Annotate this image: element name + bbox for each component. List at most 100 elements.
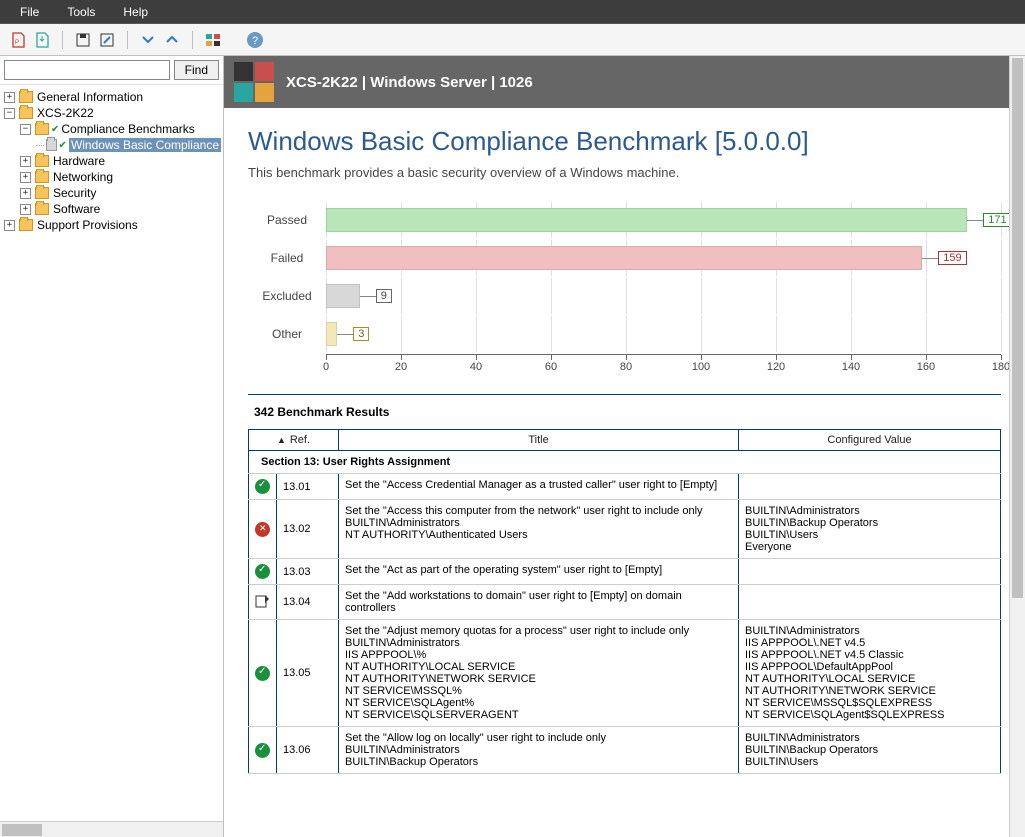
status-fail-icon xyxy=(255,522,270,537)
chart-row-failed: Failed 159 xyxy=(248,240,1001,276)
tree-software[interactable]: +Software xyxy=(0,201,223,217)
title-cell: Set the "Allow log on locally" user righ… xyxy=(339,727,739,774)
folder-icon xyxy=(19,91,33,103)
svg-text:P: P xyxy=(15,40,19,46)
status-cell xyxy=(249,620,277,727)
tree-security[interactable]: +Security xyxy=(0,185,223,201)
chart-label: Failed xyxy=(248,251,326,265)
menu-file[interactable]: File xyxy=(6,5,53,19)
export-icon[interactable] xyxy=(32,30,52,50)
chart-tick: 0 xyxy=(323,361,329,373)
search-input[interactable] xyxy=(4,60,170,80)
results-header: 342 Benchmark Results xyxy=(248,405,1001,419)
status-pass-icon xyxy=(255,743,270,758)
folder-icon xyxy=(19,219,33,231)
find-button[interactable]: Find xyxy=(174,60,219,80)
results-count: 342 Benchmark Results xyxy=(254,405,389,419)
expand-icon[interactable] xyxy=(162,30,182,50)
table-header-row: ▲Ref. Title Configured Value xyxy=(249,430,1001,451)
chart-bar xyxy=(326,322,337,346)
folder-icon xyxy=(35,203,49,215)
chart-bar xyxy=(326,284,360,308)
folder-icon xyxy=(46,139,57,151)
col-value[interactable]: Configured Value xyxy=(739,430,1001,451)
sidebar: Find +General Information −XCS-2K22 −✔Co… xyxy=(0,56,224,837)
status-cell xyxy=(249,727,277,774)
status-cell xyxy=(249,559,277,585)
status-pass-icon xyxy=(255,564,270,579)
chart-tick: 160 xyxy=(917,361,935,373)
help-icon[interactable]: ? xyxy=(245,30,265,50)
value-cell: BUILTIN\Administrators BUILTIN\Backup Op… xyxy=(739,727,1001,774)
table-row[interactable]: 13.06Set the "Allow log on locally" user… xyxy=(249,727,1001,774)
folder-icon xyxy=(35,123,49,135)
table-row[interactable]: 13.05Set the "Adjust memory quotas for a… xyxy=(249,620,1001,727)
tree-host[interactable]: −XCS-2K22 xyxy=(0,105,223,121)
table-row[interactable]: 13.03Set the "Act as part of the operati… xyxy=(249,559,1001,585)
tree-hardware[interactable]: +Hardware xyxy=(0,153,223,169)
chart-value: 3 xyxy=(353,327,369,341)
table-row[interactable]: 13.02Set the "Access this computer from … xyxy=(249,500,1001,559)
menu-tools[interactable]: Tools xyxy=(53,5,109,19)
tree-general-info[interactable]: +General Information xyxy=(0,89,223,105)
nav-tree: +General Information −XCS-2K22 −✔Complia… xyxy=(0,85,223,821)
folder-icon xyxy=(19,107,33,119)
pdf-icon[interactable]: P xyxy=(8,30,28,50)
page-title: Windows Basic Compliance Benchmark [5.0.… xyxy=(248,126,1001,157)
folder-icon xyxy=(35,171,49,183)
ref-cell: 13.05 xyxy=(277,620,339,727)
menu-help[interactable]: Help xyxy=(109,5,162,19)
folder-icon xyxy=(35,187,49,199)
col-ref[interactable]: ▲Ref. xyxy=(249,430,339,451)
layout-icon[interactable] xyxy=(203,30,223,50)
section-row[interactable]: Section 13: User Rights Assignment xyxy=(249,451,1001,474)
title-cell: Set the "Access Credential Manager as a … xyxy=(339,474,739,500)
search-row: Find xyxy=(0,56,223,85)
chart-tick: 180 xyxy=(992,361,1010,373)
status-excluded-icon xyxy=(255,593,270,608)
chart-tick: 60 xyxy=(545,361,557,373)
status-pass-icon xyxy=(255,666,270,681)
section-title: Section 13: User Rights Assignment xyxy=(261,456,450,468)
value-cell xyxy=(739,585,1001,620)
ref-cell: 13.03 xyxy=(277,559,339,585)
chart-value: 159 xyxy=(938,251,966,265)
save-icon[interactable] xyxy=(73,30,93,50)
title-cell: Set the "Act as part of the operating sy… xyxy=(339,559,739,585)
chart-tick: 120 xyxy=(767,361,785,373)
chart-tick: 80 xyxy=(620,361,632,373)
menubar: File Tools Help xyxy=(0,0,1025,24)
sidebar-h-scrollbar[interactable] xyxy=(0,821,223,837)
tree-networking[interactable]: +Networking xyxy=(0,169,223,185)
separator xyxy=(127,31,128,49)
tree-compliance[interactable]: −✔Compliance Benchmarks xyxy=(0,121,223,137)
separator xyxy=(62,31,63,49)
collapse-icon[interactable] xyxy=(138,30,158,50)
app-logo-icon xyxy=(234,62,274,102)
col-title[interactable]: Title xyxy=(339,430,739,451)
toolbar: P ? xyxy=(0,24,1025,56)
summary-chart: Passed171Failed159Excluded9Other30204060… xyxy=(248,202,1001,380)
chart-track: 159 xyxy=(326,240,1001,276)
ref-cell: 13.02 xyxy=(277,500,339,559)
tree-support[interactable]: +Support Provisions xyxy=(0,217,223,233)
value-cell: BUILTIN\Administrators BUILTIN\Backup Op… xyxy=(739,500,1001,559)
chart-tick: 40 xyxy=(470,361,482,373)
chart-label: Passed xyxy=(248,213,326,227)
chart-track: 3 xyxy=(326,316,1001,352)
folder-icon xyxy=(35,155,49,167)
chart-tick: 140 xyxy=(842,361,860,373)
chart-row-excluded: Excluded9 xyxy=(248,278,1001,314)
status-cell xyxy=(249,500,277,559)
table-row[interactable]: 13.04Set the "Add workstations to domain… xyxy=(249,585,1001,620)
chart-tick: 20 xyxy=(395,361,407,373)
edit-icon[interactable] xyxy=(97,30,117,50)
chart-value: 171 xyxy=(983,213,1011,227)
table-row[interactable]: 13.01Set the "Access Credential Manager … xyxy=(249,474,1001,500)
main-v-scrollbar[interactable] xyxy=(1009,56,1025,837)
main-panel: XCS-2K22 | Windows Server | 1026 Windows… xyxy=(224,56,1025,837)
ref-cell: 13.01 xyxy=(277,474,339,500)
status-cell xyxy=(249,585,277,620)
tree-windows-basic[interactable]: ✔Windows Basic Compliance xyxy=(0,137,223,153)
chart-bar xyxy=(326,208,967,232)
